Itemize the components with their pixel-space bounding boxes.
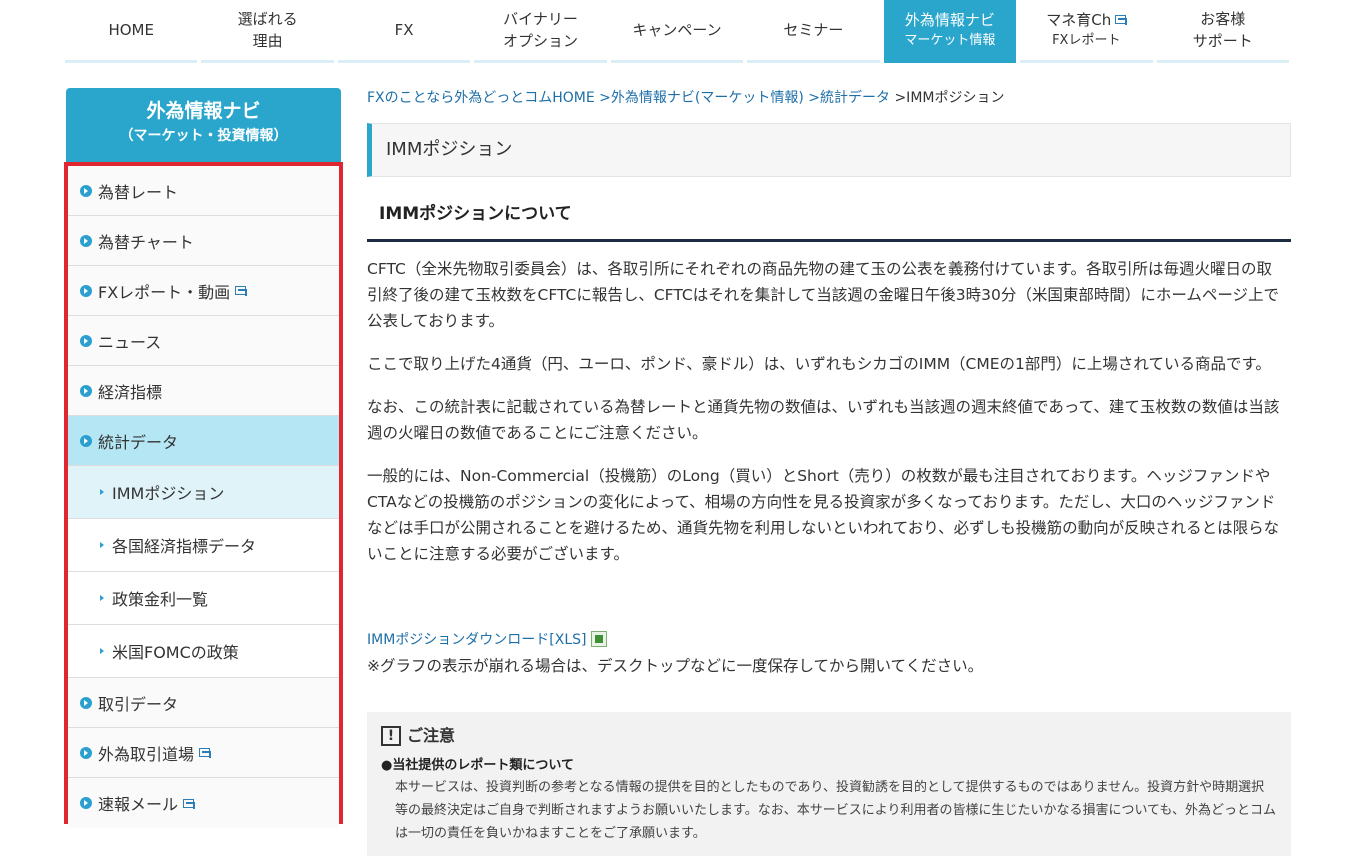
caution-box: ! ご注意 ●当社提供のレポート類について 本サービスは、投資判断の参考となる情…: [367, 712, 1291, 856]
sidebar-item-label: 為替チャート: [98, 232, 194, 252]
nav-market-label: 外為情報ナビ: [904, 11, 995, 29]
article-body: CFTC（全米先物取引委員会）は、各取引所にそれぞれの商品先物の建て玉の公表を義…: [367, 256, 1285, 584]
sidebar-header: 外為情報ナビ （マーケット・投資情報）: [66, 88, 341, 162]
page-title: IMMポジション: [367, 123, 1291, 177]
sidebar-subitem-label: 政策金利一覧: [112, 590, 209, 609]
sidebar-menu: 為替レート 為替チャート FXレポート・動画 ニュース 経済指標 統計データ I…: [64, 162, 343, 828]
paragraph: CFTC（全米先物取引委員会）は、各取引所にそれぞれの商品先物の建て玉の公表を義…: [367, 260, 1280, 330]
sidebar-item-trade-data[interactable]: 取引データ: [68, 678, 339, 728]
nav-reasons[interactable]: 選ばれる 理由: [201, 0, 334, 63]
nav-seminar-label: セミナー: [783, 21, 844, 39]
nav-campaign[interactable]: キャンペーン: [610, 0, 744, 63]
sidebar-item-alert-mail[interactable]: 速報メール: [68, 778, 339, 828]
sidebar-item-label: ニュース: [98, 332, 162, 352]
top-navigation: HOME 選ばれる 理由 FX バイナリー オプション キャンペーン セミナー …: [65, 0, 1289, 63]
bullet-arrow-icon: [80, 284, 92, 297]
nav-home[interactable]: HOME: [65, 0, 198, 63]
sidebar-item-exchange-rate[interactable]: 為替レート: [68, 166, 339, 216]
nav-reasons-label: 選ばれる: [237, 10, 298, 28]
nav-reasons-sublabel: 理由: [252, 32, 283, 50]
sidebar-subitem-policy-rates[interactable]: 政策金利一覧: [68, 572, 339, 625]
bullet-arrow-icon: [80, 234, 92, 247]
nav-market-info[interactable]: 外為情報ナビ マーケット情報: [883, 0, 1017, 63]
nav-maneiku-sublabel: FXレポート: [1052, 33, 1121, 48]
caution-title-row: ! ご注意: [381, 724, 1277, 748]
sidebar-item-label: 取引データ: [98, 694, 179, 714]
bullet-arrow-icon: [80, 434, 92, 447]
bullet-arrow-icon: [80, 334, 92, 347]
external-link-icon: [235, 286, 248, 296]
triangle-right-icon: [100, 595, 104, 601]
bullet-arrow-icon: [80, 384, 92, 397]
nav-binary-label: バイナリー: [503, 10, 578, 28]
sidebar-item-exchange-chart[interactable]: 為替チャート: [68, 216, 339, 266]
bullet-arrow-icon: [80, 797, 92, 809]
download-link-label: IMMポジションダウンロード[XLS]: [367, 632, 587, 648]
bullet-arrow-icon: [80, 746, 92, 759]
nav-support-sublabel: サポート: [1192, 32, 1253, 50]
breadcrumb-home-link[interactable]: FXのことなら外為どっとコムHOME: [367, 90, 595, 106]
sidebar-item-fx-dojo[interactable]: 外為取引道場: [68, 728, 339, 778]
section-title: IMMポジションについて: [367, 196, 1291, 242]
download-note: ※グラフの表示が崩れる場合は、デスクトップなどに一度保存してから開いてください。: [367, 657, 984, 675]
triangle-right-icon: [100, 648, 104, 654]
external-link-icon: [183, 798, 196, 809]
excel-file-icon: [590, 631, 607, 647]
imm-download-link[interactable]: IMMポジションダウンロード[XLS]: [367, 628, 607, 652]
nav-support-label: お客様: [1200, 10, 1246, 28]
triangle-right-icon: [100, 489, 104, 495]
nav-seminar[interactable]: セミナー: [747, 0, 880, 63]
nav-market-sublabel: マーケット情報: [904, 33, 996, 48]
sidebar-item-fx-report[interactable]: FXレポート・動画: [68, 266, 339, 316]
nav-binary-sublabel: オプション: [503, 32, 579, 50]
sidebar-item-label: 速報メール: [98, 795, 179, 814]
sidebar-subitem-label: 各国経済指標データ: [112, 537, 257, 556]
sidebar-subitem-label: IMMポジション: [112, 484, 225, 503]
external-link-icon: [1115, 15, 1128, 25]
sidebar-item-label: 経済指標: [98, 382, 163, 402]
breadcrumb: FXのことなら外為どっとコムHOME >外為情報ナビ(マーケット情報) >統計デ…: [367, 88, 1004, 108]
sidebar-item-label: 為替レート: [98, 182, 179, 202]
sidebar-item-label: 外為取引道場: [98, 744, 195, 764]
nav-support[interactable]: お客様 サポート: [1156, 0, 1289, 63]
nav-campaign-label: キャンペーン: [632, 21, 722, 39]
paragraph: なお、この統計表に記載されている為替レートと通貨先物の数値は、いずれも当該週の週…: [367, 398, 1280, 442]
breadcrumb-current: >IMMポジション: [894, 90, 1005, 106]
sidebar-subitem-imm-position[interactable]: IMMポジション: [68, 466, 339, 519]
caution-body: 本サービスは、投資判断の参考となる情報の提供を目的としたものであり、投資勧誘を目…: [395, 780, 1277, 841]
triangle-right-icon: [100, 542, 104, 548]
nav-maneiku-label: マネ育Ch: [1046, 11, 1112, 29]
paragraph: ここで取り上げた4通貨（円、ユーロ、ポンド、豪ドル）は、いずれもシカゴのIMM（…: [367, 355, 1271, 373]
caution-subtitle: ●当社提供のレポート類について: [381, 758, 574, 773]
nav-fx[interactable]: FX: [337, 0, 471, 63]
external-link-icon: [199, 748, 212, 758]
sidebar-item-label: FXレポート・動画: [98, 282, 231, 302]
sidebar-item-statistics[interactable]: 統計データ: [68, 416, 339, 466]
exclamation-icon: !: [381, 726, 401, 746]
sidebar-subitem-country-indicators[interactable]: 各国経済指標データ: [68, 519, 339, 572]
nav-binary-option[interactable]: バイナリー オプション: [474, 0, 607, 63]
sidebar-item-economic-indicators[interactable]: 経済指標: [68, 366, 339, 416]
sidebar-subitem-fomc-policy[interactable]: 米国FOMCの政策: [68, 625, 339, 678]
nav-fx-label: FX: [394, 21, 414, 39]
sidebar-subitem-label: 米国FOMCの政策: [112, 643, 239, 662]
nav-home-label: HOME: [108, 21, 154, 39]
breadcrumb-stats-link[interactable]: >統計データ: [808, 90, 890, 106]
sidebar-item-news[interactable]: ニュース: [68, 316, 339, 366]
paragraph: 一般的には、Non-Commercial（投機筋）のLong（買い）とShort…: [367, 467, 1280, 563]
sidebar-title: 外為情報ナビ: [146, 100, 261, 122]
breadcrumb-navi-link[interactable]: >外為情報ナビ(マーケット情報): [599, 90, 804, 106]
nav-maneiku-ch[interactable]: マネ育Ch FXレポート: [1020, 0, 1153, 63]
sidebar-item-label: 統計データ: [98, 432, 179, 452]
bullet-arrow-icon: [80, 184, 92, 197]
bullet-arrow-icon: [80, 696, 92, 709]
sidebar-subtitle: （マーケット・投資情報）: [119, 128, 288, 144]
caution-title: ご注意: [407, 726, 456, 745]
